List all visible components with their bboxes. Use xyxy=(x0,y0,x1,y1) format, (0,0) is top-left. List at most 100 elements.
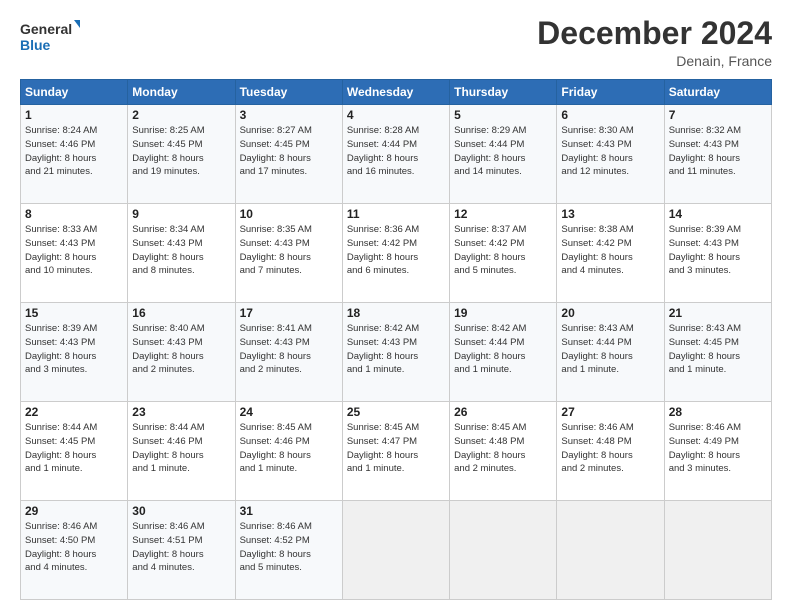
calendar-cell: 27Sunrise: 8:46 AMSunset: 4:48 PMDayligh… xyxy=(557,402,664,501)
daylight-text: and 1 minute. xyxy=(25,462,123,476)
cell-content: Sunrise: 8:35 AMSunset: 4:43 PMDaylight:… xyxy=(240,223,338,278)
month-title: December 2024 xyxy=(537,16,772,51)
day-number: 10 xyxy=(240,207,338,221)
sunset-text: Sunset: 4:46 PM xyxy=(25,138,123,152)
daylight-text: Daylight: 8 hours xyxy=(132,350,230,364)
calendar-cell: 12Sunrise: 8:37 AMSunset: 4:42 PMDayligh… xyxy=(450,204,557,303)
sunrise-text: Sunrise: 8:29 AM xyxy=(454,124,552,138)
daylight-text: and 16 minutes. xyxy=(347,165,445,179)
daylight-text: and 1 minute. xyxy=(669,363,767,377)
calendar-cell: 22 Sunrise: 8:44 AMSunset: 4:45 PMDayligh… xyxy=(21,402,128,501)
calendar-cell: 19Sunrise: 8:42 AMSunset: 4:44 PMDayligh… xyxy=(450,303,557,402)
svg-text:Blue: Blue xyxy=(20,37,51,53)
cell-content: Sunrise: 8:45 AMSunset: 4:46 PMDaylight:… xyxy=(240,421,338,476)
title-area: December 2024 Denain, France xyxy=(537,16,772,69)
cell-content: Sunrise: 8:37 AMSunset: 4:42 PMDaylight:… xyxy=(454,223,552,278)
calendar-cell: 17Sunrise: 8:41 AMSunset: 4:43 PMDayligh… xyxy=(235,303,342,402)
sunrise-text: Sunrise: 8:36 AM xyxy=(347,223,445,237)
sunrise-text: Sunrise: 8:44 AM xyxy=(132,421,230,435)
sunset-text: Sunset: 4:43 PM xyxy=(561,138,659,152)
day-number: 23 xyxy=(132,405,230,419)
sunset-text: Sunset: 4:43 PM xyxy=(132,237,230,251)
sunrise-text: Sunrise: 8:39 AM xyxy=(25,322,123,336)
calendar-cell: 25Sunrise: 8:45 AMSunset: 4:47 PMDayligh… xyxy=(342,402,449,501)
daylight-text: Daylight: 8 hours xyxy=(454,350,552,364)
daylight-text: and 6 minutes. xyxy=(347,264,445,278)
cell-content: Sunrise: 8:30 AMSunset: 4:43 PMDaylight:… xyxy=(561,124,659,179)
svg-text:General: General xyxy=(20,21,72,37)
day-number: 18 xyxy=(347,306,445,320)
calendar-cell: 1 Sunrise: 8:24 AMSunset: 4:46 PMDaylight… xyxy=(21,105,128,204)
sunrise-text: Sunrise: 8:46 AM xyxy=(240,520,338,534)
calendar-cell: 6Sunrise: 8:30 AMSunset: 4:43 PMDaylight… xyxy=(557,105,664,204)
sunrise-text: Sunrise: 8:24 AM xyxy=(25,124,123,138)
calendar-cell: 11Sunrise: 8:36 AMSunset: 4:42 PMDayligh… xyxy=(342,204,449,303)
sunrise-text: Sunrise: 8:30 AM xyxy=(561,124,659,138)
daylight-text: Daylight: 8 hours xyxy=(240,548,338,562)
calendar-week-row: 22 Sunrise: 8:44 AMSunset: 4:45 PMDayligh… xyxy=(21,402,772,501)
sunrise-text: Sunrise: 8:46 AM xyxy=(132,520,230,534)
daylight-text: Daylight: 8 hours xyxy=(347,350,445,364)
daylight-text: Daylight: 8 hours xyxy=(561,449,659,463)
page: General Blue December 2024 Denain, Franc… xyxy=(0,0,792,612)
day-number: 27 xyxy=(561,405,659,419)
sunset-text: Sunset: 4:45 PM xyxy=(669,336,767,350)
calendar-cell: 28Sunrise: 8:46 AMSunset: 4:49 PMDayligh… xyxy=(664,402,771,501)
calendar-day-header: Thursday xyxy=(450,80,557,105)
sunset-text: Sunset: 4:47 PM xyxy=(347,435,445,449)
sunrise-text: Sunrise: 8:37 AM xyxy=(454,223,552,237)
calendar-week-row: 29Sunrise: 8:46 AMSunset: 4:50 PMDayligh… xyxy=(21,501,772,600)
daylight-text: and 10 minutes. xyxy=(25,264,123,278)
cell-content: Sunrise: 8:32 AMSunset: 4:43 PMDaylight:… xyxy=(669,124,767,179)
daylight-text: and 4 minutes. xyxy=(132,561,230,575)
daylight-text: and 5 minutes. xyxy=(240,561,338,575)
sunrise-text: Sunrise: 8:38 AM xyxy=(561,223,659,237)
daylight-text: Daylight: 8 hours xyxy=(132,449,230,463)
cell-content: Sunrise: 8:36 AMSunset: 4:42 PMDaylight:… xyxy=(347,223,445,278)
cell-content: Sunrise: 8:44 AMSunset: 4:45 PMDaylight:… xyxy=(25,421,123,476)
calendar-day-header: Tuesday xyxy=(235,80,342,105)
calendar-week-row: 15Sunrise: 8:39 AMSunset: 4:43 PMDayligh… xyxy=(21,303,772,402)
sunrise-text: Sunrise: 8:46 AM xyxy=(25,520,123,534)
sunset-text: Sunset: 4:42 PM xyxy=(347,237,445,251)
daylight-text: Daylight: 8 hours xyxy=(347,449,445,463)
sunset-text: Sunset: 4:44 PM xyxy=(454,336,552,350)
sunset-text: Sunset: 4:45 PM xyxy=(132,138,230,152)
day-number: 22 xyxy=(25,405,123,419)
calendar-cell: 16Sunrise: 8:40 AMSunset: 4:43 PMDayligh… xyxy=(128,303,235,402)
sunset-text: Sunset: 4:48 PM xyxy=(561,435,659,449)
cell-content: Sunrise: 8:44 AMSunset: 4:46 PMDaylight:… xyxy=(132,421,230,476)
cell-content: Sunrise: 8:28 AMSunset: 4:44 PMDaylight:… xyxy=(347,124,445,179)
daylight-text: and 14 minutes. xyxy=(454,165,552,179)
calendar-cell: 18Sunrise: 8:42 AMSunset: 4:43 PMDayligh… xyxy=(342,303,449,402)
calendar-cell: 24Sunrise: 8:45 AMSunset: 4:46 PMDayligh… xyxy=(235,402,342,501)
cell-content: Sunrise: 8:25 AMSunset: 4:45 PMDaylight:… xyxy=(132,124,230,179)
daylight-text: and 2 minutes. xyxy=(132,363,230,377)
cell-content: Sunrise: 8:46 AMSunset: 4:52 PMDaylight:… xyxy=(240,520,338,575)
calendar-week-row: 1Sunrise: 8:24 AMSunset: 4:46 PMDaylight… xyxy=(21,105,772,204)
daylight-text: and 3 minutes. xyxy=(25,363,123,377)
header: General Blue December 2024 Denain, Franc… xyxy=(20,16,772,69)
sunrise-text: Sunrise: 8:25 AM xyxy=(132,124,230,138)
sunset-text: Sunset: 4:43 PM xyxy=(25,237,123,251)
daylight-text: Daylight: 8 hours xyxy=(240,350,338,364)
day-number: 7 xyxy=(669,108,767,122)
daylight-text: and 7 minutes. xyxy=(240,264,338,278)
logo: General Blue xyxy=(20,16,80,58)
cell-content: Sunrise: 8:24 AMSunset: 4:46 PMDaylight:… xyxy=(25,124,123,179)
cell-content: Sunrise: 8:27 AMSunset: 4:45 PMDaylight:… xyxy=(240,124,338,179)
daylight-text: Daylight: 8 hours xyxy=(240,152,338,166)
daylight-text: and 3 minutes. xyxy=(669,462,767,476)
day-number: 4 xyxy=(347,108,445,122)
daylight-text: and 12 minutes. xyxy=(561,165,659,179)
calendar-day-header: Monday xyxy=(128,80,235,105)
calendar-day-header: Wednesday xyxy=(342,80,449,105)
sunrise-text: Sunrise: 8:34 AM xyxy=(132,223,230,237)
daylight-text: Daylight: 8 hours xyxy=(454,152,552,166)
daylight-text: and 19 minutes. xyxy=(132,165,230,179)
sunrise-text: Sunrise: 8:42 AM xyxy=(454,322,552,336)
daylight-text: Daylight: 8 hours xyxy=(669,152,767,166)
day-number: 1 xyxy=(25,108,123,122)
cell-content: Sunrise: 8:40 AMSunset: 4:43 PMDaylight:… xyxy=(132,322,230,377)
calendar-cell: 30Sunrise: 8:46 AMSunset: 4:51 PMDayligh… xyxy=(128,501,235,600)
